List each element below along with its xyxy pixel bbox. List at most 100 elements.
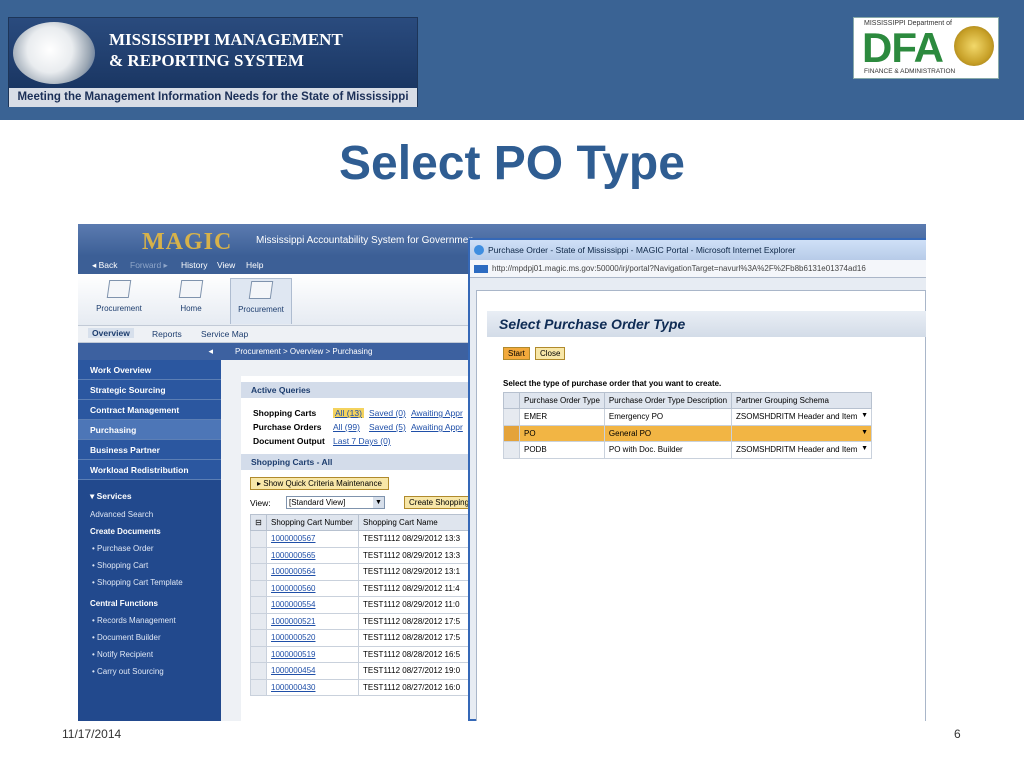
column-header[interactable]: Shopping Cart Number — [266, 514, 359, 531]
table-row[interactable]: 1000000520 TEST1112 08/28/2012 17:5 — [250, 629, 490, 647]
shopping-cart-link[interactable]: • Shopping Cart — [78, 557, 221, 574]
row-selector[interactable] — [503, 424, 520, 442]
tab-procurement-2[interactable]: Procurement — [230, 278, 292, 324]
row-selector[interactable] — [503, 441, 520, 459]
partner-schema-select[interactable]: ▼ — [731, 424, 873, 442]
query-label: Shopping Carts — [253, 408, 317, 418]
table-row[interactable]: PODB PO with Doc. Builder ZSOMSHDRITM Head… — [503, 441, 873, 459]
notify-recipient-link[interactable]: • Notify Recipient — [78, 646, 221, 663]
nav-strategic-sourcing[interactable]: Strategic Sourcing — [78, 380, 221, 400]
nav-work-overview[interactable]: Work Overview — [78, 360, 221, 380]
table-row[interactable]: PO General PO ▼ — [503, 424, 873, 442]
row-selector[interactable] — [250, 612, 267, 630]
table-row[interactable]: EMER Emergency PO ZSOMSHDRITM Header and I… — [503, 408, 873, 426]
column-header[interactable]: Partner Grouping Schema — [731, 392, 873, 409]
table-row[interactable]: 1000000554 TEST1112 08/29/2012 11:0 — [250, 596, 490, 614]
table-row[interactable]: 1000000565 TEST1112 08/29/2012 13:3 — [250, 546, 490, 564]
po-description-cell: PO with Doc. Builder — [603, 441, 733, 459]
portal-screenshot: MAGIC Mississippi Accountability System … — [78, 224, 926, 721]
query-all-link[interactable]: All (13) — [333, 408, 364, 418]
cart-number-link[interactable]: 1000000520 — [266, 629, 359, 647]
partner-schema-select[interactable]: ZSOMSHDRITM Header and Item ▼ — [731, 408, 873, 426]
link-label: Shopping Cart — [97, 561, 149, 570]
cart-number-link[interactable]: 1000000521 — [266, 612, 359, 630]
table-row[interactable]: 1000000521 TEST1112 08/28/2012 17:5 — [250, 612, 490, 630]
carry-out-sourcing-link[interactable]: • Carry out Sourcing — [78, 663, 221, 680]
nav-contract-management[interactable]: Contract Management — [78, 400, 221, 420]
view-link[interactable]: View — [217, 260, 235, 270]
query-awaiting-link[interactable]: Awaiting Appr — [411, 408, 463, 418]
cart-number-link[interactable]: 1000000564 — [266, 563, 359, 581]
query-saved-link[interactable]: Saved (5) — [369, 422, 406, 432]
close-button[interactable]: Close — [535, 347, 566, 360]
subnav-overview[interactable]: Overview — [88, 328, 134, 338]
records-management-link[interactable]: • Records Management — [78, 612, 221, 629]
cart-number-link[interactable]: 1000000565 — [266, 546, 359, 564]
sap-icon — [474, 265, 488, 273]
row-selector[interactable] — [250, 629, 267, 647]
link-label: Records Management — [97, 616, 176, 625]
page-number: 6 — [954, 727, 961, 741]
tab-label: Home — [180, 304, 202, 313]
nav-workload-redistribution[interactable]: Workload Redistribution — [78, 460, 221, 480]
partner-schema-select[interactable]: ZSOMSHDRITM Header and Item ▼ — [731, 441, 873, 459]
view-select[interactable]: [Standard View] ▼ — [286, 496, 385, 509]
table-row[interactable]: 1000000564 TEST1112 08/29/2012 13:1 — [250, 563, 490, 581]
nav-purchasing[interactable]: Purchasing — [78, 420, 221, 440]
purchase-order-link[interactable]: • Purchase Order — [78, 540, 221, 557]
query-all-link[interactable]: All (99) — [333, 422, 360, 432]
row-selector[interactable] — [503, 408, 520, 426]
folder-icon — [106, 280, 132, 298]
subnav-service-map[interactable]: Service Map — [201, 329, 248, 339]
cart-number-link[interactable]: 1000000560 — [266, 579, 359, 597]
cart-number-link[interactable]: 1000000554 — [266, 596, 359, 614]
tab-procurement-1[interactable]: Procurement — [88, 278, 150, 324]
column-header[interactable]: Purchase Order Type — [519, 392, 605, 409]
help-link[interactable]: Help — [246, 260, 263, 270]
cart-number-link[interactable]: 1000000567 — [266, 530, 359, 548]
document-builder-link[interactable]: • Document Builder — [78, 629, 221, 646]
row-selector[interactable] — [250, 596, 267, 614]
forward-link[interactable]: Forward ▸ — [130, 260, 168, 271]
cart-number-link[interactable]: 1000000454 — [266, 662, 359, 680]
row-selector[interactable] — [250, 662, 267, 680]
collapse-nav-button[interactable]: ◂ — [78, 343, 221, 360]
table-row[interactable]: 1000000454 TEST1112 08/27/2012 19:0 — [250, 662, 490, 680]
services-header[interactable]: ▾ Services — [78, 486, 221, 506]
address-bar[interactable]: http://mpdpj01.magic.ms.gov:50000/irj/po… — [470, 260, 926, 278]
dropdown-arrow-icon: ▼ — [861, 445, 869, 452]
query-last7-link[interactable]: Last 7 Days (0) — [333, 436, 391, 446]
advanced-search-link[interactable]: Advanced Search — [78, 506, 221, 523]
row-selector[interactable] — [250, 645, 267, 663]
quick-criteria-button[interactable]: ▸ Show Quick Criteria Maintenance — [250, 477, 389, 490]
table-row[interactable]: 1000000519 TEST1112 08/28/2012 16:5 — [250, 645, 490, 663]
po-description-cell: Emergency PO — [603, 408, 733, 426]
table-row[interactable]: 1000000560 TEST1112 08/29/2012 11:4 — [250, 579, 490, 597]
row-selector[interactable] — [250, 546, 267, 564]
row-selector[interactable] — [250, 579, 267, 597]
cart-number-link[interactable]: 1000000430 — [266, 678, 359, 696]
start-button[interactable]: Start — [503, 347, 530, 360]
table-header-row: ⊟ Shopping Cart Number Shopping Cart Nam… — [250, 514, 490, 531]
column-header[interactable]: Purchase Order Type Description — [603, 392, 733, 409]
tab-home[interactable]: Home — [160, 278, 222, 324]
row-selector[interactable] — [250, 530, 267, 548]
dfa-logo: MISSISSIPPI Department of DFA FINANCE & … — [853, 17, 999, 79]
row-selector[interactable] — [250, 563, 267, 581]
shopping-cart-template-link[interactable]: • Shopping Cart Template — [78, 574, 221, 591]
query-awaiting-link[interactable]: Awaiting Appr — [411, 422, 463, 432]
cart-number-link[interactable]: 1000000519 — [266, 645, 359, 663]
subnav-reports[interactable]: Reports — [152, 329, 182, 339]
page-heading: Select Purchase Order Type — [487, 311, 926, 337]
chevron-down-icon: ▼ — [373, 497, 384, 508]
query-saved-link[interactable]: Saved (0) — [369, 408, 406, 418]
back-link[interactable]: ◂ Back — [92, 260, 118, 271]
history-link[interactable]: History — [181, 260, 207, 270]
shopping-carts-table: ⊟ Shopping Cart Number Shopping Cart Nam… — [250, 514, 490, 696]
row-selector[interactable] — [250, 678, 267, 696]
create-documents-header: Create Documents — [90, 527, 161, 536]
table-row[interactable]: 1000000567 TEST1112 08/29/2012 13:3 — [250, 530, 490, 548]
column-settings-icon[interactable]: ⊟ — [250, 514, 267, 531]
nav-business-partner[interactable]: Business Partner — [78, 440, 221, 460]
table-row[interactable]: 1000000430 TEST1112 08/27/2012 16:0 — [250, 678, 490, 696]
